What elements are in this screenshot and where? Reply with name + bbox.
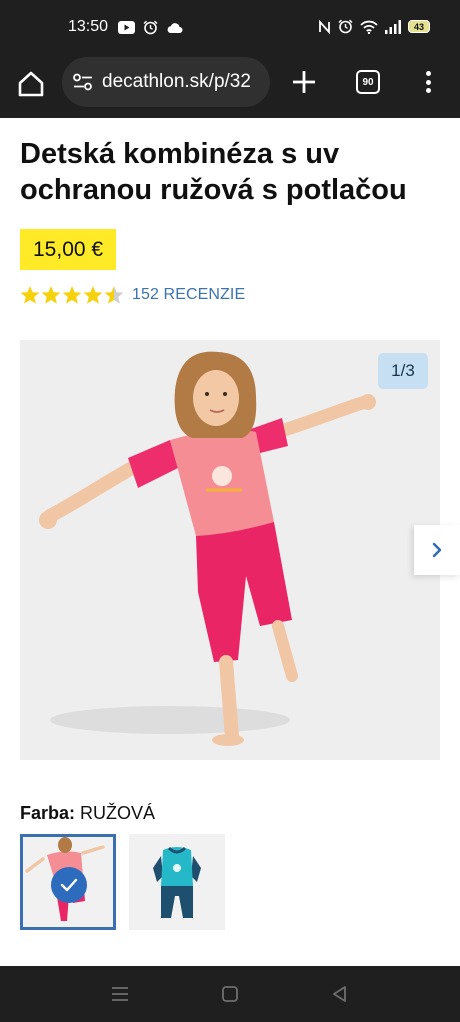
status-right-icons: 43 bbox=[318, 19, 430, 34]
home-icon[interactable] bbox=[16, 69, 46, 99]
address-bar[interactable]: decathlon.sk/p/32 bbox=[62, 57, 270, 107]
star-rating bbox=[20, 286, 124, 304]
status-time: 13:50 bbox=[68, 18, 109, 35]
rating-star bbox=[83, 286, 103, 304]
battery-icon: 43 bbox=[408, 20, 430, 33]
rating-star bbox=[41, 286, 61, 304]
alarm-icon bbox=[338, 19, 353, 34]
back-icon[interactable] bbox=[330, 984, 350, 1004]
image-counter: 1/3 bbox=[378, 353, 428, 389]
rating-star bbox=[62, 286, 82, 304]
menu-dot bbox=[425, 79, 431, 85]
color-label-title: Farba: bbox=[20, 803, 76, 823]
product-title: Detská kombinéza s uv ochranou ružová s … bbox=[20, 138, 407, 206]
cloud-icon bbox=[167, 22, 183, 33]
status-bar: 13:50 43 bbox=[0, 0, 460, 56]
home-square-icon[interactable] bbox=[220, 984, 240, 1004]
reviews-link[interactable]: 152 RECENZIE bbox=[132, 286, 245, 304]
system-nav-bar bbox=[0, 966, 460, 1022]
nfc-icon bbox=[319, 19, 330, 34]
rating-star bbox=[20, 286, 40, 304]
color-value: RUŽOVÁ bbox=[80, 803, 156, 823]
chevron-right-icon bbox=[432, 542, 442, 558]
product-image-gallery[interactable]: 1/3 bbox=[20, 340, 440, 760]
rating[interactable]: 152 RECENZIE bbox=[20, 284, 245, 306]
browser-toolbar: decathlon.sk/p/32 90 bbox=[0, 56, 460, 118]
color-option-pink[interactable] bbox=[20, 834, 116, 930]
next-image-button[interactable] bbox=[414, 525, 460, 575]
tab-count: 90 bbox=[362, 76, 374, 88]
rating-star bbox=[104, 286, 124, 304]
price-tag: 15,00 € bbox=[20, 229, 117, 270]
alarm-icon bbox=[143, 20, 158, 35]
color-label: Farba: RUŽOVÁ bbox=[20, 803, 155, 824]
color-option-blue[interactable] bbox=[129, 834, 225, 930]
tabs-icon[interactable]: 90 bbox=[356, 70, 380, 94]
more-vert-icon[interactable] bbox=[418, 68, 438, 96]
site-settings-icon[interactable] bbox=[72, 73, 94, 91]
product-photo bbox=[39, 351, 376, 746]
blue-suit-thumbnail bbox=[153, 846, 201, 918]
url-text: decathlon.sk/p/32 bbox=[102, 71, 251, 92]
menu-dot bbox=[425, 71, 431, 76]
signal-icon bbox=[385, 19, 401, 34]
status-left-icons bbox=[118, 20, 183, 35]
wifi-icon bbox=[360, 20, 378, 34]
menu-dot bbox=[425, 88, 431, 93]
plus-icon[interactable] bbox=[290, 68, 318, 96]
youtube-icon bbox=[118, 21, 135, 34]
recent-apps-icon[interactable] bbox=[110, 984, 130, 1004]
selected-check-badge bbox=[51, 867, 87, 903]
check-icon bbox=[60, 878, 78, 892]
